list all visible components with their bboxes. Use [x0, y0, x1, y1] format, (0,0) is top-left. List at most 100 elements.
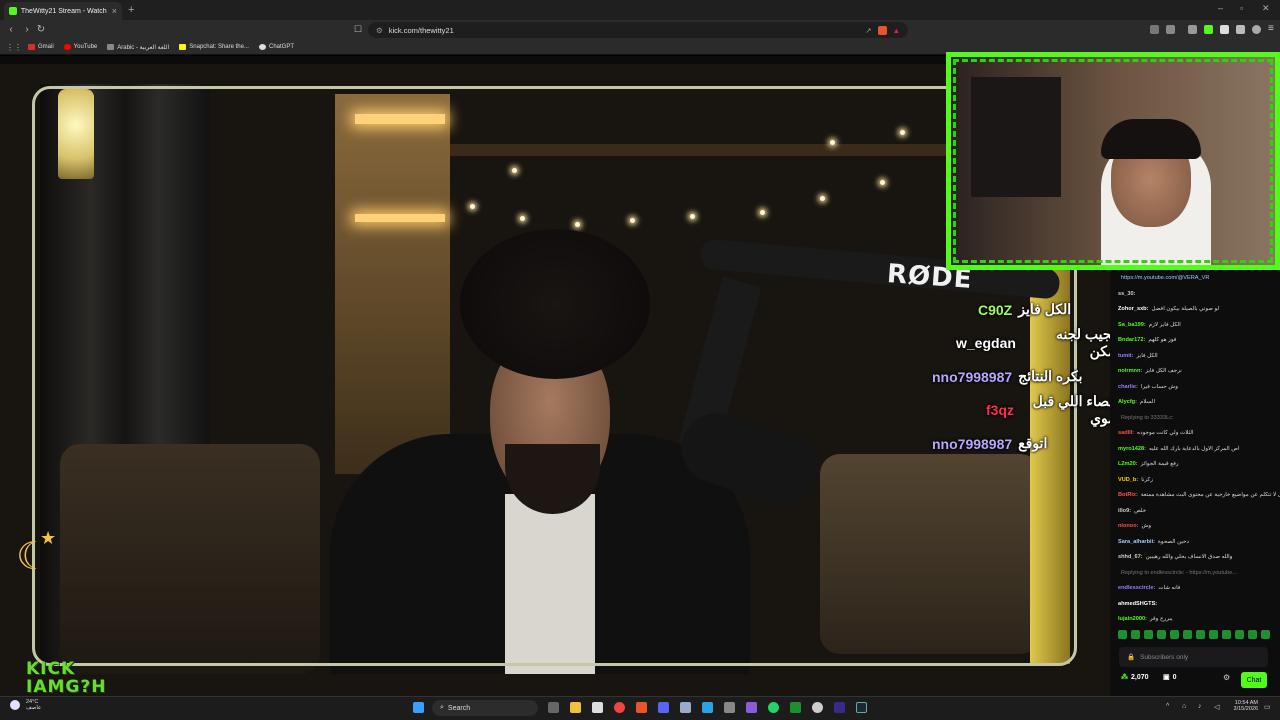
store-icon[interactable]	[592, 702, 603, 713]
chat-username[interactable]: Alycfg:	[1118, 399, 1137, 405]
star-icon: ★	[40, 528, 57, 548]
taskbar-clock[interactable]: 10:54 AM 3/15/2026	[1226, 700, 1258, 712]
apps-grid-icon[interactable]: ⋮⋮	[6, 43, 22, 52]
app-icon[interactable]	[724, 702, 735, 713]
excel-icon[interactable]	[790, 702, 801, 713]
chat-text: زكرنا	[1141, 476, 1153, 483]
share-icon[interactable]: ↗	[865, 26, 871, 35]
chat-message: Zohor_sxb: لو صوتي بالصيلة بيكون افضل	[1118, 306, 1219, 312]
chat-username[interactable]: Sa_ba199:	[1118, 322, 1146, 328]
chat-send-button[interactable]: Chat	[1241, 672, 1267, 688]
forward-icon[interactable]: ›	[20, 24, 34, 35]
media-icon[interactable]	[1188, 25, 1197, 34]
wallet-icon[interactable]	[1236, 25, 1245, 34]
emote-icon[interactable]	[1222, 630, 1231, 639]
sidebar-icon[interactable]	[1220, 25, 1229, 34]
extension-icon[interactable]	[1150, 25, 1159, 34]
kick-extension-icon[interactable]	[1204, 25, 1213, 34]
chat-username[interactable]: ss_30:	[1118, 291, 1135, 297]
emote-icon[interactable]	[1196, 630, 1205, 639]
search-icon: ⌕	[440, 704, 444, 711]
chat-username[interactable]: Bndar172:	[1118, 337, 1145, 343]
menu-icon[interactable]: ≡	[1268, 23, 1274, 34]
tab-close-icon[interactable]: ×	[112, 6, 117, 16]
obs-icon[interactable]	[812, 702, 823, 713]
chat-username[interactable]: myro1428:	[1118, 446, 1146, 452]
mic-tray-icon[interactable]: ♪	[1198, 703, 1202, 710]
chat-input[interactable]: 🔒 Subscribers only	[1119, 647, 1268, 667]
chrome-icon[interactable]	[614, 702, 625, 713]
discord-icon[interactable]	[658, 702, 669, 713]
browser-tab[interactable]: TheWitty21 Stream - Watch Live ×	[4, 2, 122, 20]
chat-username[interactable]: BotRix:	[1118, 492, 1138, 498]
emote-icon[interactable]	[1144, 630, 1153, 639]
back-icon[interactable]: ‹	[4, 24, 18, 35]
steam-icon[interactable]	[856, 702, 867, 713]
extension-icon[interactable]	[1166, 25, 1175, 34]
chat-username[interactable]: charlie:	[1118, 384, 1138, 390]
chat-username[interactable]: endlesscircle:	[1118, 585, 1155, 591]
chat-text: خلص	[1134, 507, 1147, 514]
whatsapp-icon[interactable]	[768, 702, 779, 713]
bookmark-youtube[interactable]: YouTube	[63, 44, 97, 50]
taskbar-search[interactable]: ⌕ Search	[432, 700, 538, 716]
bookmark-gmail[interactable]: Gmail	[28, 44, 54, 50]
brave-shield-icon[interactable]	[877, 25, 887, 35]
bookmark-star-icon[interactable]: ☐	[354, 24, 362, 35]
rewards-icon[interactable]: ▲	[893, 26, 900, 35]
site-info-icon[interactable]: ⚙	[376, 26, 383, 35]
emote-icon[interactable]	[1157, 630, 1166, 639]
emote-icon[interactable]	[1131, 630, 1140, 639]
chat-username[interactable]: ahmedSHGTS:	[1118, 601, 1157, 607]
task-view-icon[interactable]	[548, 702, 559, 713]
bookmark-arabic[interactable]: Arabic - اللغة العربية	[107, 44, 169, 51]
overlay-chat-user: nno7998987	[932, 368, 1013, 385]
tray-chevron-icon[interactable]: ^	[1166, 703, 1169, 710]
notification-icon[interactable]: ▭	[1264, 703, 1271, 711]
maximize-icon[interactable]: ▫	[1240, 3, 1243, 13]
emote-icon[interactable]	[1183, 630, 1192, 639]
bookmark-label: Arabic - اللغة العربية	[117, 44, 170, 51]
new-tab-icon[interactable]: +	[128, 4, 134, 16]
emote-icon[interactable]	[1261, 630, 1270, 639]
chat-username[interactable]: Zohor_sxb:	[1118, 306, 1148, 312]
channel-points[interactable]: ▣ 0	[1163, 673, 1177, 682]
overlay-chat-line: بكره النتائج nno7998987	[932, 368, 1083, 385]
volume-icon[interactable]: ◁	[1214, 703, 1219, 711]
close-window-icon[interactable]: ✕	[1262, 3, 1270, 14]
chat-text: دحين الصحوة	[1158, 538, 1189, 545]
chat-settings-icon[interactable]: ⚙	[1223, 673, 1230, 682]
network-icon[interactable]: ⌂	[1182, 703, 1186, 710]
chat-username[interactable]: Sara_alharbii:	[1118, 539, 1155, 545]
file-explorer-icon[interactable]	[570, 702, 581, 713]
app-icon[interactable]	[680, 702, 691, 713]
chat-username[interactable]: noirmnn:	[1118, 368, 1142, 374]
chat-username[interactable]: lujain2000:	[1118, 616, 1147, 622]
visual-studio-icon[interactable]	[746, 702, 757, 713]
video-player[interactable]: RØDE ☾ ★ الكل فايز C90Z بيجيب لجنه يمكن …	[0, 64, 1110, 696]
brave-icon[interactable]	[636, 702, 647, 713]
emote-icon[interactable]	[1235, 630, 1244, 639]
minimize-icon[interactable]: –	[1218, 3, 1223, 13]
profile-icon[interactable]	[1252, 25, 1261, 34]
bookmark-snapchat[interactable]: Snapchat: Share the...	[179, 44, 249, 50]
gmail-icon	[28, 44, 35, 50]
emote-icon[interactable]	[1209, 630, 1218, 639]
bookmark-chatgpt[interactable]: ChatGPT	[258, 44, 294, 50]
chat-username[interactable]: illo9:	[1118, 508, 1131, 514]
chat-username[interactable]: sadlll:	[1118, 430, 1134, 436]
premiere-icon[interactable]	[834, 702, 845, 713]
url-field[interactable]: ⚙ kick.com/thewitty21 ↗ ▲	[368, 22, 908, 38]
emote-icon[interactable]	[1248, 630, 1257, 639]
chat-username[interactable]: VUD_b:	[1118, 477, 1138, 483]
chat-username[interactable]: tumit:	[1118, 353, 1134, 359]
chat-username[interactable]: shhd_67:	[1118, 554, 1143, 560]
emote-icon[interactable]	[1170, 630, 1179, 639]
overlay-chat-text: اتوقع	[1018, 435, 1048, 451]
reload-icon[interactable]: ↻	[34, 24, 48, 35]
chat-username[interactable]: nlonoo:	[1118, 523, 1139, 529]
telegram-icon[interactable]	[702, 702, 713, 713]
chat-username[interactable]: L2m20:	[1118, 461, 1138, 467]
windows-start-icon[interactable]	[413, 702, 424, 713]
emote-icon[interactable]	[1118, 630, 1127, 639]
